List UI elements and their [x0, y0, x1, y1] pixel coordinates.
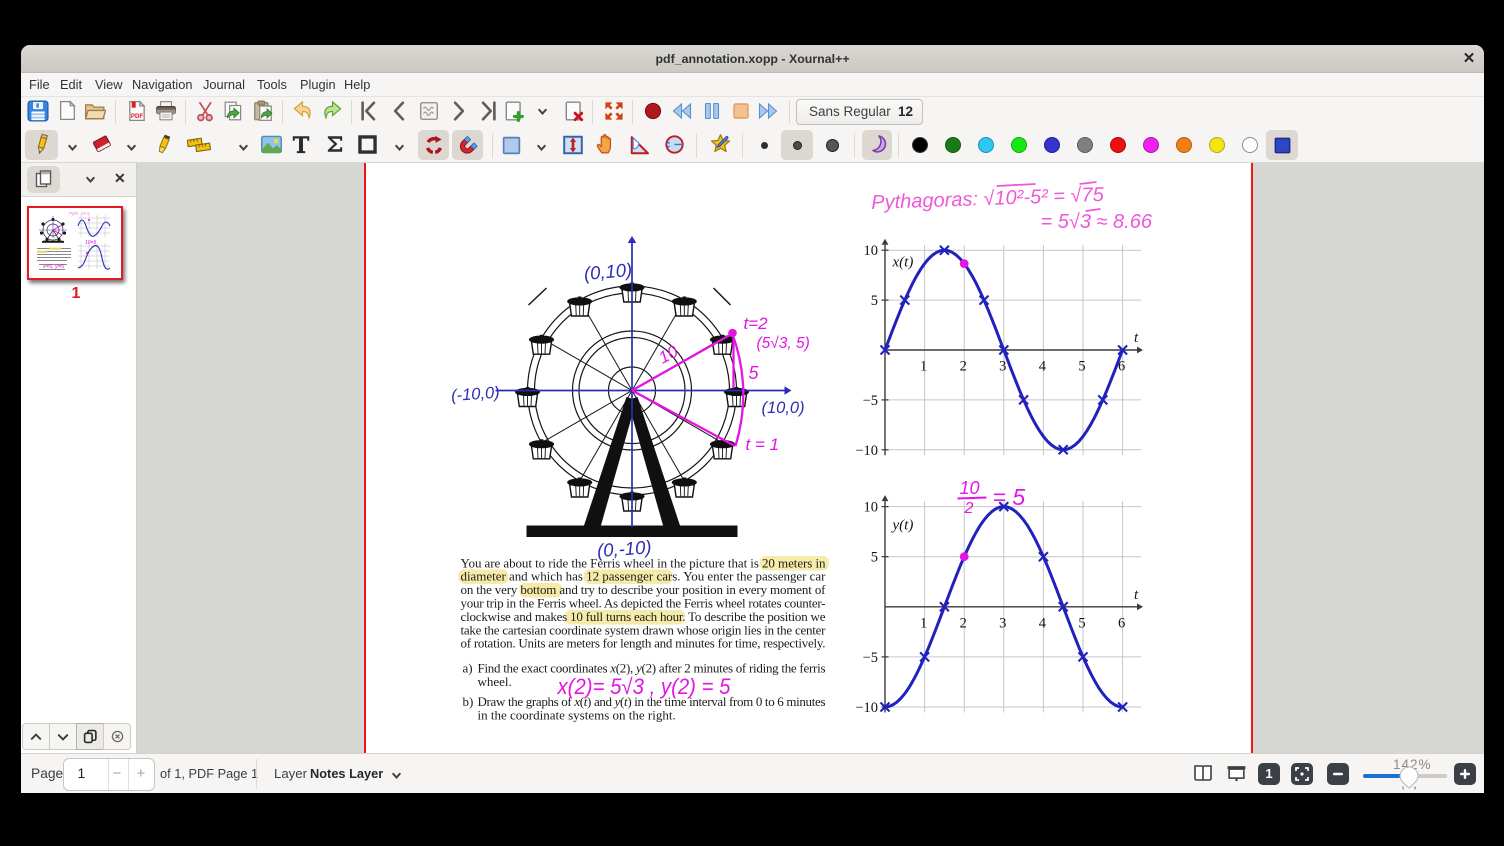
svg-text:(0,10): (0,10) [583, 259, 633, 284]
svg-text:wheel.: wheel. [477, 674, 511, 689]
svg-text:t = 1: t = 1 [745, 435, 779, 454]
svg-text:t: t [1134, 587, 1139, 603]
svg-text:in the coordinate systems on t: in the coordinate systems on the right. [477, 708, 675, 723]
svg-text:4: 4 [1038, 359, 1046, 375]
svg-text:10: 10 [863, 243, 878, 259]
svg-text:3: 3 [999, 615, 1006, 631]
svg-text:5: 5 [870, 293, 877, 309]
svg-text:5: 5 [870, 550, 877, 566]
svg-text:5: 5 [748, 363, 759, 383]
svg-text:b): b) [462, 694, 473, 709]
svg-text:y(t): y(t) [890, 518, 913, 534]
svg-text:x(2)= 5√3 , y(2) = 5: x(2)= 5√3 , y(2) = 5 [556, 674, 731, 699]
svg-text:−5: −5 [862, 650, 877, 666]
svg-text:(-10,0): (-10,0) [450, 384, 500, 405]
svg-text:−10: −10 [855, 700, 878, 716]
svg-text:t=2: t=2 [743, 314, 768, 333]
svg-text:x=5, y=5: x=5, y=5 [42, 264, 65, 270]
svg-text:10: 10 [863, 500, 878, 516]
svg-text:PDF: PDF [131, 113, 144, 120]
svg-text:3: 3 [999, 359, 1006, 375]
svg-text:5: 5 [1078, 359, 1085, 375]
svg-text:−5: −5 [862, 393, 877, 409]
svg-text:Pythagoras: √10²-5² = √75: Pythagoras: √10²-5² = √75 [870, 184, 1104, 214]
svg-text:(5√3, 5): (5√3, 5) [756, 335, 809, 352]
svg-text:4: 4 [1038, 615, 1046, 631]
svg-text:2: 2 [959, 615, 966, 631]
svg-text:a): a) [462, 661, 472, 676]
svg-text:10: 10 [959, 478, 979, 498]
svg-text:x(t): x(t) [891, 255, 913, 271]
svg-text:−10: −10 [855, 443, 878, 459]
svg-text:t: t [1134, 330, 1139, 346]
svg-text:2: 2 [963, 500, 973, 517]
svg-text:of rotation. Units are meters: of rotation. Units are meters for length… [460, 636, 825, 651]
svg-text:5: 5 [1078, 615, 1085, 631]
svg-text:1: 1 [919, 359, 926, 375]
svg-text:= 5: = 5 [992, 484, 1025, 510]
svg-text:1: 1 [919, 615, 926, 631]
svg-text:2: 2 [959, 359, 966, 375]
svg-text:Pyth. 10-5: Pyth. 10-5 [69, 211, 90, 216]
svg-text:= 5√3 ≈ 8.66: = 5√3 ≈ 8.66 [1040, 211, 1152, 233]
svg-text:(10,0): (10,0) [761, 399, 804, 417]
svg-text:10=5: 10=5 [85, 240, 96, 246]
svg-text:6: 6 [1117, 615, 1124, 631]
